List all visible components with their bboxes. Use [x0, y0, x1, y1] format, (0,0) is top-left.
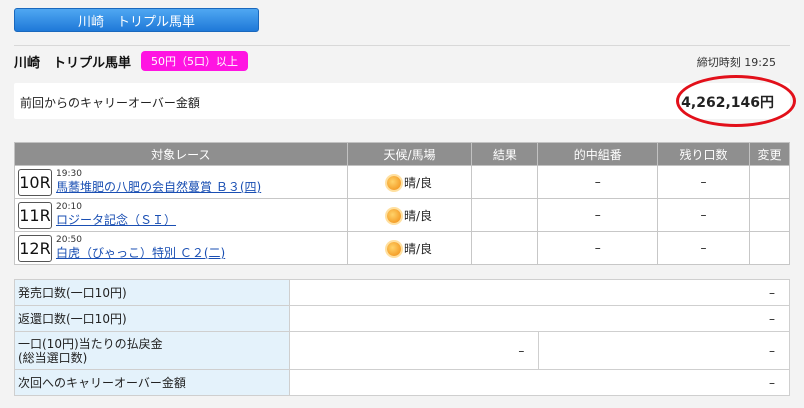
race-info-bar: 川崎 トリプル馬単 50円（5口）以上 締切時刻 19:25	[14, 50, 790, 72]
table-row: 次回へのキャリーオーバー金額 –	[14, 369, 791, 396]
weather-text: 晴/良	[403, 175, 432, 190]
sun-icon	[386, 242, 401, 256]
col-header-result: 結果	[471, 142, 539, 166]
deadline-time: 締切時刻 19:25	[696, 56, 776, 69]
col-header-winning: 的中組番	[537, 142, 659, 166]
next-carryover-value: –	[288, 369, 791, 396]
change-cell	[748, 165, 791, 199]
refund-count-value: –	[288, 305, 791, 332]
weather-text: 晴/良	[403, 208, 432, 223]
race-time: 20:50	[56, 235, 82, 245]
remaining-cell: –	[657, 198, 750, 232]
race-number: 12R	[18, 234, 52, 262]
race-number: 10R	[18, 168, 52, 196]
race-title: 川崎 トリプル馬単	[14, 55, 132, 71]
carryover-panel: 前回からのキャリーオーバー金額 4,262,146円	[14, 83, 790, 119]
change-cell	[748, 231, 791, 265]
race-cell: 12R 20:50 白虎（びゃっこ）特別 Ｃ２(二)	[14, 231, 348, 265]
sun-icon	[386, 209, 401, 223]
change-cell	[748, 198, 791, 232]
payout-per-unit-label: 一口(10円)当たりの払戻金 (総当選口数)	[14, 331, 290, 370]
winning-count-value: –	[538, 331, 790, 370]
race-number: 11R	[18, 201, 52, 229]
table-row: 一口(10円)当たりの払戻金 (総当選口数) – –	[14, 331, 790, 370]
section-header: 川崎 トリプル馬単	[14, 8, 259, 32]
race-name-link[interactable]: 白虎（びゃっこ）特別 Ｃ２(二)	[56, 246, 225, 261]
race-name-link[interactable]: ロジータ記念（ＳＩ）	[56, 213, 176, 228]
col-header-race: 対象レース	[14, 142, 348, 166]
target-races-table: 対象レース 天候/馬場 結果 的中組番 残り口数 変更 10R 19:30 馬蕎堆肥…	[14, 142, 791, 265]
col-header-change: 変更	[748, 142, 791, 166]
divider	[14, 45, 790, 46]
payout-label-line2: (総当選口数)	[18, 350, 88, 365]
remaining-cell: –	[657, 165, 750, 199]
winning-combo-cell: –	[537, 165, 659, 199]
sales-count-label: 発売口数(一口10円)	[14, 279, 290, 306]
payout-value: –	[288, 331, 540, 370]
carryover-label: 前回からのキャリーオーバー金額	[20, 96, 200, 110]
table-row: 11R 20:10 ロジータ記念（ＳＩ） 晴/良 – –	[14, 198, 791, 232]
highlight-circle	[676, 75, 796, 127]
winning-combo-cell: –	[537, 198, 659, 232]
col-header-remaining: 残り口数	[657, 142, 750, 166]
condition-badge: 50円（5口）以上	[141, 51, 249, 71]
weather-text: 晴/良	[403, 241, 432, 256]
next-carryover-label: 次回へのキャリーオーバー金額	[14, 369, 290, 396]
remaining-cell: –	[657, 231, 750, 265]
table-row: 返還口数(一口10円) –	[14, 305, 791, 332]
winning-combo-cell: –	[537, 231, 659, 265]
weather-cell: 晴/良	[346, 231, 473, 265]
weather-cell: 晴/良	[346, 165, 473, 199]
table-row: 発売口数(一口10円) –	[14, 279, 791, 306]
race-cell: 10R 19:30 馬蕎堆肥の八肥の会自然蔓賞 Ｂ３(四)	[14, 165, 348, 199]
payout-table: 発売口数(一口10円) – 返還口数(一口10円) – 一口(10円)当たりの払…	[14, 279, 791, 396]
result-cell	[471, 231, 539, 265]
sun-icon	[386, 176, 401, 190]
race-name-link[interactable]: 馬蕎堆肥の八肥の会自然蔓賞 Ｂ３(四)	[56, 180, 261, 195]
race-time: 19:30	[56, 169, 82, 179]
col-header-weather: 天候/馬場	[346, 142, 473, 166]
table-row: 12R 20:50 白虎（びゃっこ）特別 Ｃ２(二) 晴/良 – –	[14, 231, 791, 265]
table-row: 10R 19:30 馬蕎堆肥の八肥の会自然蔓賞 Ｂ３(四) 晴/良 – –	[14, 165, 791, 199]
race-cell: 11R 20:10 ロジータ記念（ＳＩ）	[14, 198, 348, 232]
table-header-row: 対象レース 天候/馬場 結果 的中組番 残り口数 変更	[14, 142, 791, 166]
payout-label-line1: 一口(10円)当たりの払戻金	[18, 336, 163, 351]
refund-count-label: 返還口数(一口10円)	[14, 305, 290, 332]
result-cell	[471, 198, 539, 232]
result-cell	[471, 165, 539, 199]
weather-cell: 晴/良	[346, 198, 473, 232]
sales-count-value: –	[288, 279, 791, 306]
race-time: 20:10	[56, 202, 82, 212]
